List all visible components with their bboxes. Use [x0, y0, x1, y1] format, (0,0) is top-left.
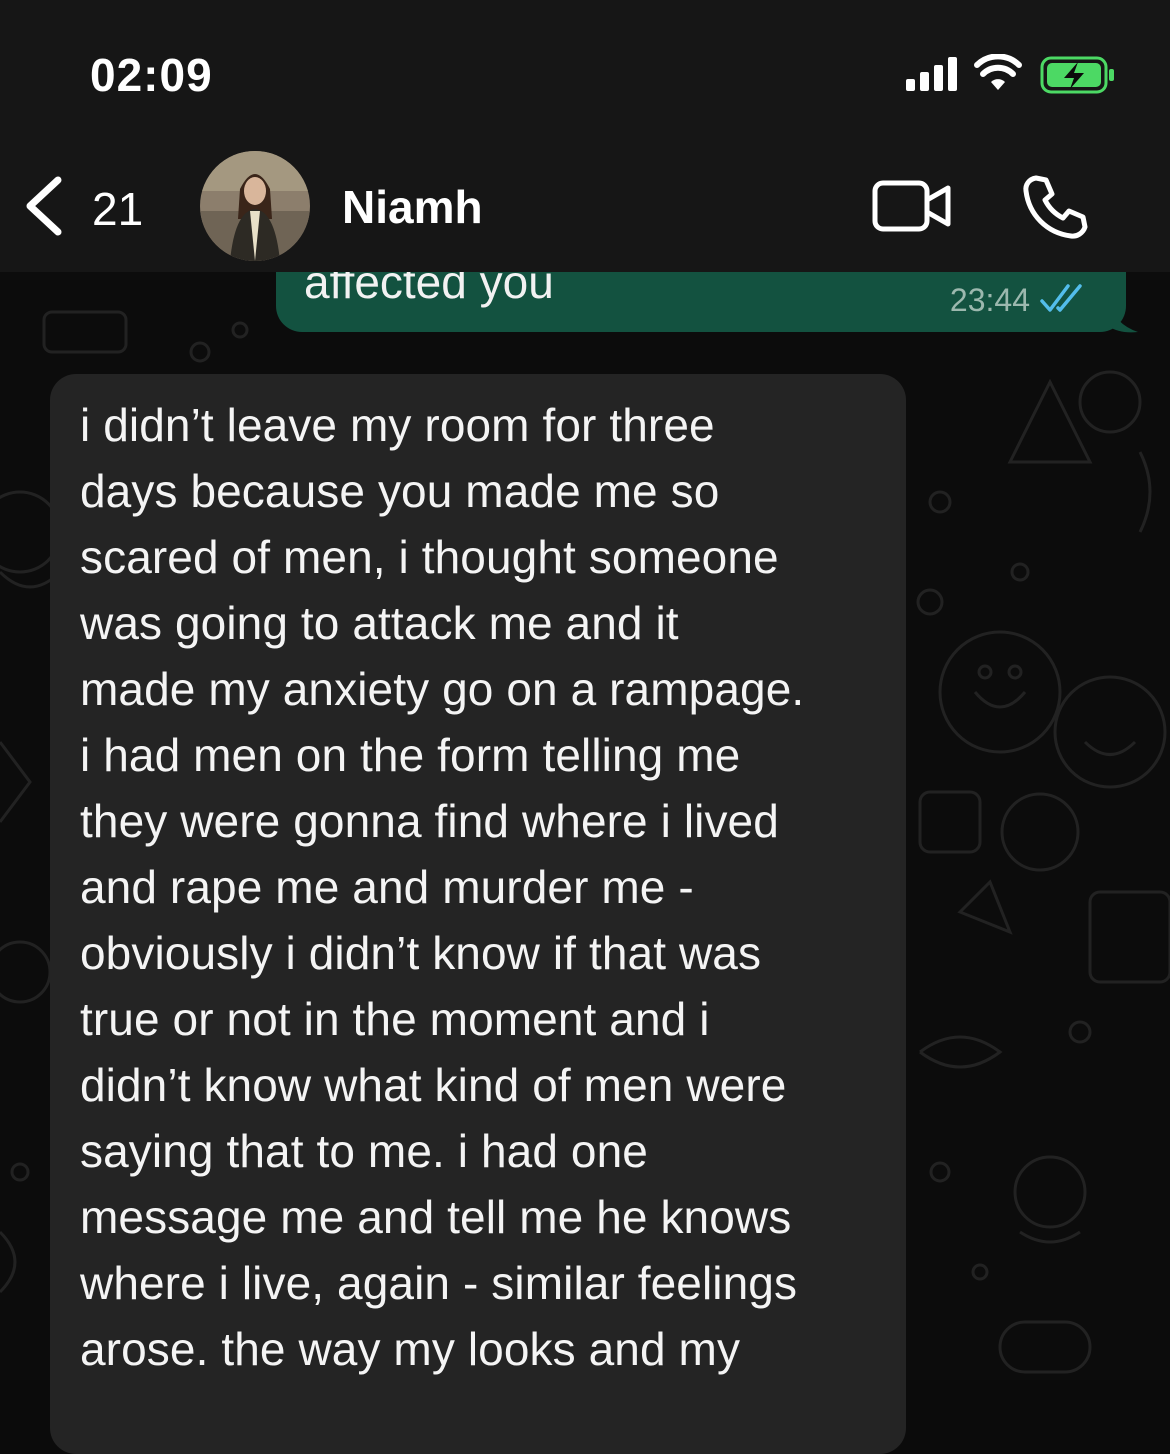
- signal-icon: [906, 57, 960, 96]
- battery-charging-icon: [1040, 56, 1116, 99]
- incoming-message[interactable]: i didn’t leave my room for three days be…: [50, 374, 906, 1454]
- outgoing-bubble-tail: [1108, 300, 1138, 333]
- status-bar: 02:09: [0, 0, 1170, 140]
- message-text: i didn’t leave my room for three days be…: [80, 399, 805, 1375]
- avatar[interactable]: [200, 151, 310, 261]
- unread-count[interactable]: 21: [92, 182, 143, 236]
- double-check-icon: [1040, 283, 1088, 318]
- message-meta: 23:44: [950, 282, 1088, 319]
- header-overlay: 21 Niamh: [0, 140, 1170, 272]
- video-camera-icon[interactable]: [872, 180, 954, 237]
- message-time: 23:44: [949, 282, 1030, 318]
- phone-icon[interactable]: [1022, 174, 1088, 245]
- contact-name[interactable]: Niamh: [342, 180, 483, 234]
- chevron-left-icon[interactable]: [22, 176, 66, 241]
- status-time: 02:09: [90, 49, 213, 101]
- wifi-icon: [974, 53, 1022, 97]
